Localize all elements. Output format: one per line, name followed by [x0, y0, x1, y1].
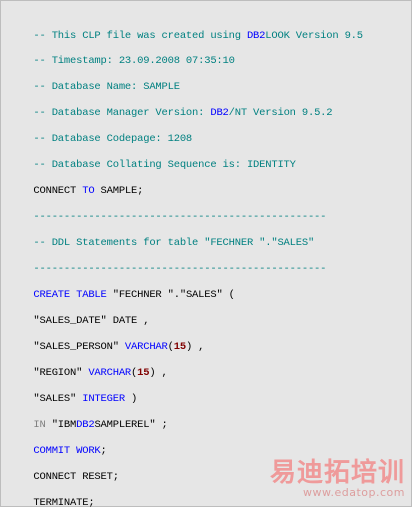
code-text: "SALES_DATE" DATE ,: [33, 315, 150, 327]
watermark: 易迪拓培训 www.edatop.com: [255, 460, 405, 500]
varchar-keyword: VARCHAR: [124, 341, 168, 353]
code-line-17: TERMINATE;: [9, 484, 94, 523]
separator-text: ----------------------------------------…: [33, 211, 327, 223]
comment-text: -- Database Name: SAMPLE: [33, 81, 180, 93]
comment-text: -- This CLP file was created using: [33, 30, 247, 42]
db2-keyword: DB2: [210, 107, 229, 119]
code-text: ): [124, 393, 138, 405]
create-table-keyword: CREATE TABLE: [33, 289, 107, 301]
paren-text: ) ,: [149, 367, 168, 379]
comment-text: -- Timestamp: 23.09.2008 07:35:10: [33, 55, 235, 67]
comment-text: -- Database Collating Sequence is: IDENT…: [33, 159, 296, 171]
watermark-title: 易迪拓培训: [269, 458, 405, 488]
commit-work-keyword: COMMIT WORK: [33, 445, 101, 457]
db2-keyword: DB2: [76, 419, 95, 431]
comment-text: LOOK Version 9.5: [265, 30, 363, 42]
comment-text: /NT Version 9.5.2: [228, 107, 333, 119]
to-keyword: TO: [82, 185, 95, 197]
number-literal: 15: [173, 341, 186, 353]
code-text: "IBM: [45, 419, 77, 431]
code-text: CONNECT RESET;: [33, 471, 119, 483]
code-text: SAMPLE;: [94, 185, 144, 197]
code-text: TERMINATE;: [33, 497, 95, 509]
code-text: "SALES_PERSON": [33, 341, 125, 353]
paren-text: ) ,: [185, 341, 205, 353]
separator-text: ----------------------------------------…: [33, 263, 327, 275]
code-listing-panel: -- This CLP file was created using DB2LO…: [0, 0, 412, 509]
number-literal: 15: [137, 367, 150, 379]
db2-keyword: DB2: [246, 30, 266, 42]
code-text: "REGION": [33, 367, 89, 379]
in-keyword: IN: [33, 419, 46, 431]
code-text: CONNECT: [33, 185, 83, 197]
comment-text: -- Database Codepage: 1208: [33, 133, 193, 145]
comment-text: -- DDL Statements for table "FECHNER "."…: [33, 237, 315, 249]
varchar-keyword: VARCHAR: [88, 367, 132, 379]
integer-keyword: INTEGER: [82, 393, 125, 405]
code-text: "FECHNER "."SALES" (: [106, 289, 235, 301]
comment-text: -- Database Manager Version:: [33, 107, 211, 119]
code-text: SAMPLEREL" ;: [94, 419, 168, 431]
code-text: ;: [100, 445, 107, 457]
code-text: "SALES": [33, 393, 83, 405]
